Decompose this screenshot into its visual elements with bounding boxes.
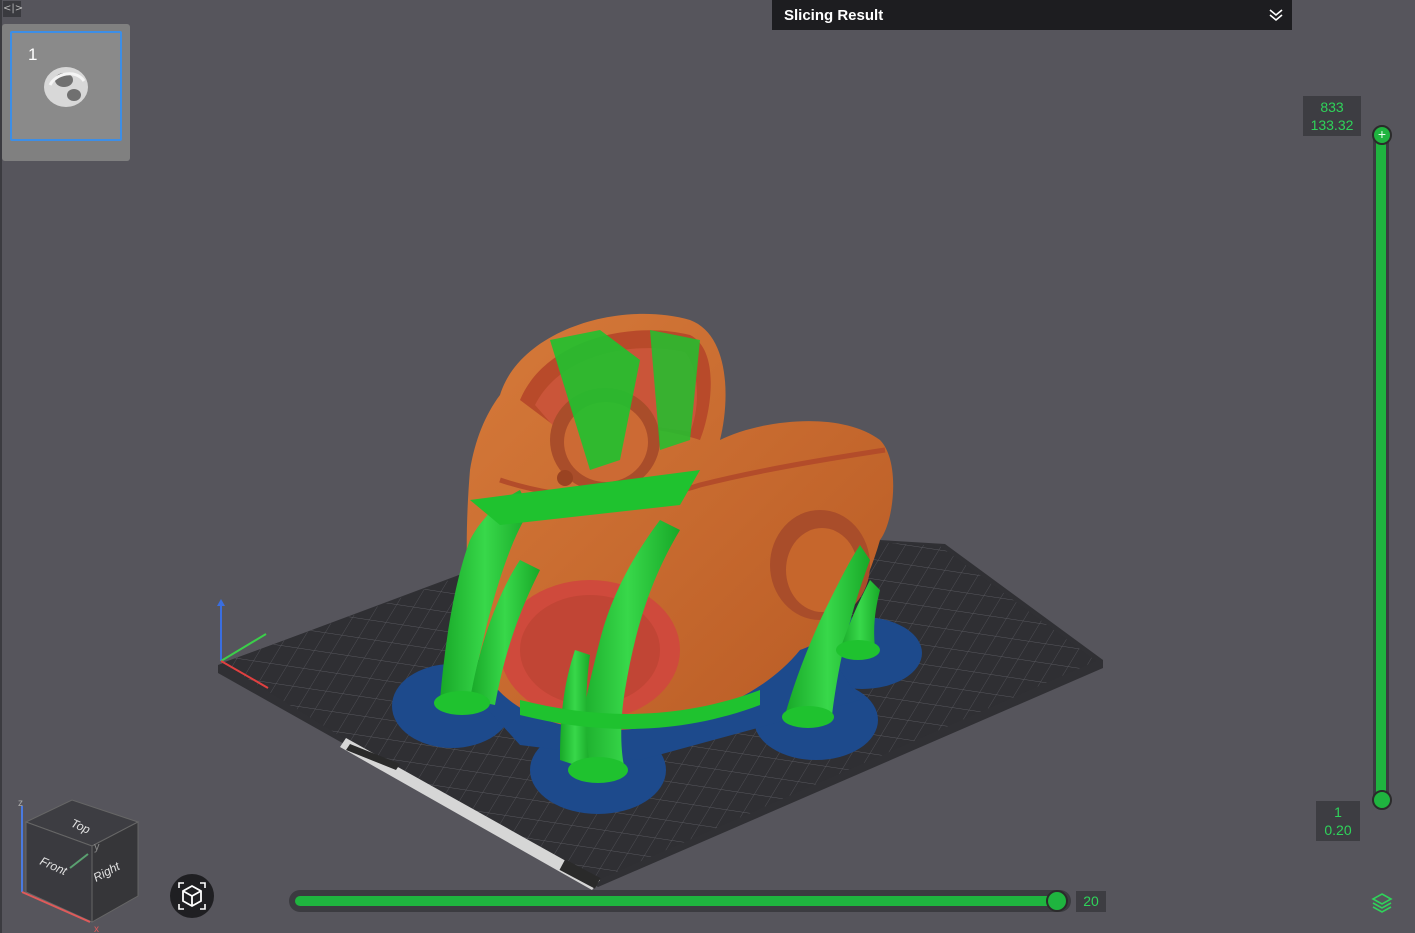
layer-top-label: 833 133.32 — [1303, 96, 1361, 136]
camera-view-icon — [178, 882, 206, 910]
bottom-layer-height: 0.20 — [1324, 822, 1352, 838]
collapse-sidebar-button[interactable]: <|> — [3, 1, 24, 17]
layer-slider-fill — [1376, 136, 1386, 796]
top-layer-height: 133.32 — [1310, 117, 1354, 133]
slicing-result-title: Slicing Result — [784, 7, 884, 24]
top-layer-number: 833 — [1320, 99, 1344, 115]
plate-thumbnail[interactable]: 1 — [10, 31, 122, 141]
bottom-layer-number: 1 — [1334, 804, 1342, 820]
slicing-result-bar[interactable]: Slicing Result — [772, 0, 1292, 30]
move-slider-handle[interactable] — [1046, 890, 1068, 912]
model-thumbnail-image — [44, 67, 88, 107]
layers-icon[interactable] — [1370, 890, 1394, 914]
expand-chevrons-icon[interactable] — [1266, 4, 1286, 24]
nav-cube-axis-x: x — [94, 924, 99, 933]
layer-slider-bottom-handle[interactable] — [1372, 790, 1392, 810]
nav-cube-axis-y: y — [94, 841, 100, 853]
move-slider-value: 20 — [1076, 891, 1106, 912]
3d-viewport[interactable] — [0, 0, 1415, 933]
plate-list-panel: 1 — [2, 24, 130, 161]
nav-cube-axis-z: z — [18, 798, 23, 809]
layer-bottom-label: 1 0.20 — [1316, 801, 1360, 841]
move-slider-fill — [295, 896, 1060, 906]
layer-slider-top-handle[interactable]: + — [1372, 125, 1392, 145]
navigation-cube[interactable]: z y x Top Front Right — [12, 792, 147, 933]
camera-view-button[interactable] — [170, 874, 214, 918]
collapse-icon: <|> — [3, 3, 24, 14]
